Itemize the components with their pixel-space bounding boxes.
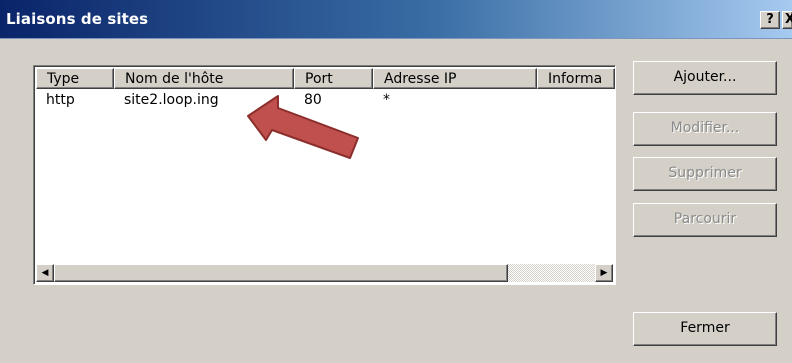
- browse-button[interactable]: Parcourir: [633, 203, 777, 237]
- scroll-left-arrow-icon[interactable]: ◀: [36, 264, 54, 282]
- column-header-host[interactable]: Nom de l'hôte: [114, 68, 294, 89]
- red-arrow-annotation-icon: [247, 95, 359, 159]
- delete-button[interactable]: Supprimer: [633, 157, 777, 191]
- cell-host: site2.loop.ing: [124, 92, 219, 108]
- column-header-port[interactable]: Port: [294, 68, 373, 89]
- title-bar[interactable]: Liaisons de sites ? X: [0, 0, 792, 39]
- column-header-ip[interactable]: Adresse IP: [373, 68, 537, 89]
- scrollbar-track[interactable]: [508, 264, 595, 282]
- edit-button[interactable]: Modifier...: [633, 112, 777, 146]
- column-header-info[interactable]: Informa: [537, 68, 615, 89]
- close-button[interactable]: Fermer: [633, 312, 777, 346]
- cell-ip: *: [383, 92, 390, 108]
- close-window-button[interactable]: X: [782, 11, 792, 29]
- list-header: Type Nom de l'hôte Port Adresse IP Infor…: [36, 68, 615, 91]
- scroll-right-arrow-icon[interactable]: ▶: [595, 264, 613, 282]
- cell-type: http: [46, 92, 75, 108]
- window-title: Liaisons de sites: [6, 10, 149, 28]
- column-header-type[interactable]: Type: [36, 68, 114, 89]
- help-button[interactable]: ?: [760, 11, 780, 29]
- horizontal-scrollbar[interactable]: ◀ ▶: [36, 264, 613, 282]
- add-button[interactable]: Ajouter...: [633, 61, 777, 95]
- scrollbar-thumb[interactable]: [54, 264, 508, 282]
